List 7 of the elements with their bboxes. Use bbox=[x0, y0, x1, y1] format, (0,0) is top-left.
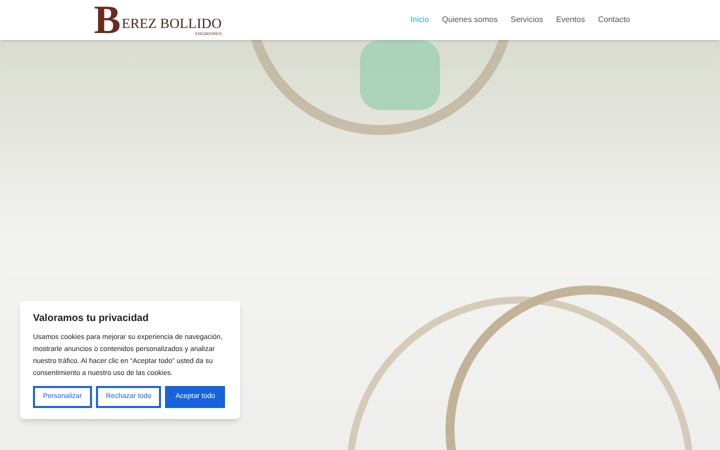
nav-link[interactable]: Contacto bbox=[598, 14, 630, 26]
logo-initial: B bbox=[94, 0, 121, 40]
logo-name: EREZ BOLLIDO bbox=[122, 18, 222, 32]
nav-link[interactable]: Servicios bbox=[510, 14, 544, 26]
banner-title: Valoramos tu privacidad bbox=[33, 312, 150, 326]
nav-link[interactable]: Quienes somos bbox=[442, 14, 498, 26]
nav-link[interactable]: Eventos bbox=[556, 14, 585, 26]
